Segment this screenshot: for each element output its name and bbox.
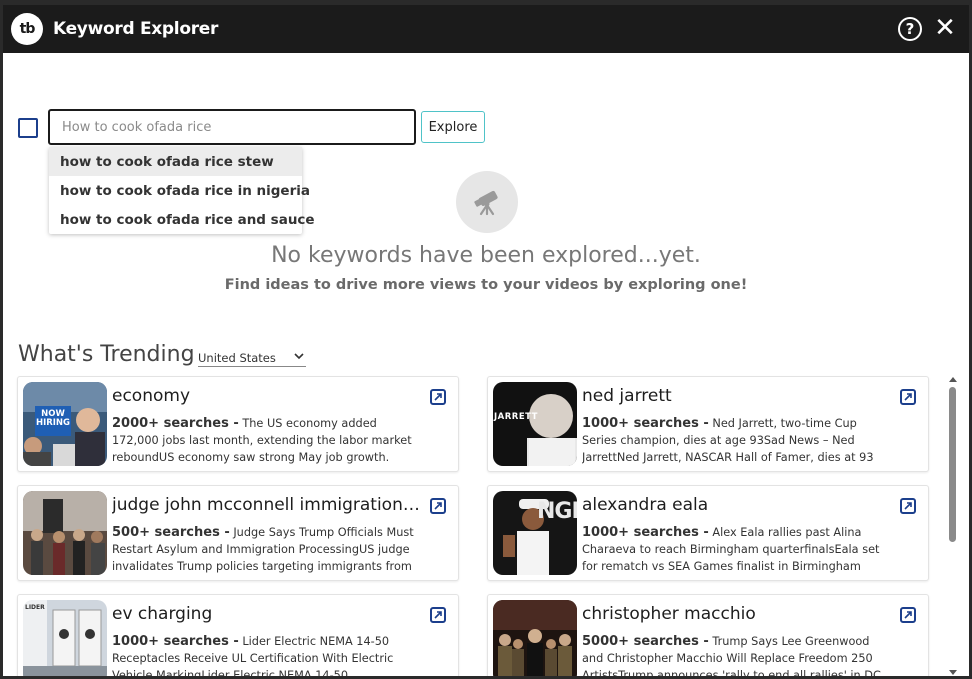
- trending-card[interactable]: LIDER ev charging 1000+ searches - Lider…: [17, 594, 459, 676]
- trending-thumbnail: [23, 491, 107, 575]
- search-count: 1000+ searches -: [582, 525, 709, 540]
- scroll-thumb[interactable]: [949, 387, 956, 542]
- keyword-search-input[interactable]: [48, 109, 416, 145]
- trending-card[interactable]: christopher macchio 5000+ searches - Tru…: [487, 594, 929, 676]
- trending-thumbnail: LIDER: [23, 600, 107, 676]
- external-link-icon[interactable]: [430, 607, 446, 623]
- thumbnail-text: NGHA: [537, 499, 577, 524]
- scroll-down-arrow-icon[interactable]: [949, 670, 957, 675]
- empty-state-subtitle: Find ideas to drive more views to your v…: [224, 277, 748, 293]
- thumbnail-text: LIDER: [25, 604, 45, 611]
- trending-thumbnail: NGHA: [493, 491, 577, 575]
- external-link-icon[interactable]: [430, 389, 446, 405]
- search-count: 1000+ searches -: [582, 416, 709, 431]
- trending-card-title: ev charging: [112, 604, 213, 624]
- trending-card-description: 1000+ searches - Ned Jarrett, two-time C…: [582, 415, 894, 466]
- telescope-icon: [456, 171, 518, 233]
- trending-card[interactable]: judge john mcconnell immigration ruling …: [17, 485, 459, 581]
- trending-scrollbar[interactable]: [947, 377, 959, 676]
- explore-button[interactable]: Explore: [421, 111, 485, 143]
- search-count: 1000+ searches -: [112, 634, 239, 649]
- trending-card-description: 5000+ searches - Trump Says Lee Greenwoo…: [582, 633, 894, 676]
- external-link-icon[interactable]: [900, 498, 916, 514]
- trending-thumbnail: [493, 600, 577, 676]
- search-count: 500+ searches -: [112, 525, 230, 540]
- trending-card-title: alexandra eala: [582, 495, 709, 515]
- trending-thumbnail: NOW HIRING: [23, 382, 107, 466]
- search-count: 5000+ searches -: [582, 634, 709, 649]
- help-icon[interactable]: ?: [898, 17, 922, 41]
- close-icon[interactable]: ✕: [933, 13, 957, 43]
- trending-card[interactable]: JARRETT ned jarrett 1000+ searches - Ned…: [487, 376, 929, 472]
- search-count: 2000+ searches -: [112, 416, 239, 431]
- trending-card-title: judge john mcconnell immigration ruling: [112, 495, 424, 515]
- trending-card-description: 2000+ searches - The US economy added 17…: [112, 415, 424, 466]
- suggestion-dropdown: how to cook ofada rice stew how to cook …: [49, 147, 315, 234]
- trending-card[interactable]: NGHA alexandra eala 1000+ searches - Ale…: [487, 485, 929, 581]
- trending-card-title: christopher macchio: [582, 604, 756, 624]
- external-link-icon[interactable]: [900, 389, 916, 405]
- trending-card-description: 1000+ searches - Lider Electric NEMA 14-…: [112, 633, 424, 676]
- trending-card[interactable]: NOW HIRING economy 2000+ searches - The …: [17, 376, 459, 472]
- country-select[interactable]: United States: [198, 349, 306, 367]
- scroll-up-arrow-icon[interactable]: [949, 377, 957, 382]
- tubebuddy-logo: tb: [11, 13, 43, 45]
- external-link-icon[interactable]: [430, 498, 446, 514]
- select-checkbox[interactable]: [18, 118, 38, 138]
- suggestion-item[interactable]: how to cook ofada rice and sauce: [49, 205, 315, 234]
- trending-card-description: 500+ searches - Judge Says Trump Officia…: [112, 524, 424, 575]
- empty-state-title: No keywords have been explored...yet.: [271, 243, 701, 268]
- chevron-down-icon: [294, 352, 304, 363]
- trending-thumbnail: JARRETT: [493, 382, 577, 466]
- title-bar: tb Keyword Explorer ? ✕: [3, 5, 969, 53]
- window-title: Keyword Explorer: [53, 19, 219, 39]
- trending-card-title: ned jarrett: [582, 386, 672, 406]
- country-select-value: United States: [198, 350, 276, 365]
- thumbnail-text: NOW HIRING: [35, 409, 71, 428]
- external-link-icon[interactable]: [900, 607, 916, 623]
- suggestion-item[interactable]: how to cook ofada rice in nigeria: [49, 176, 310, 205]
- thumbnail-text: JARRETT: [494, 412, 538, 422]
- trending-card-title: economy: [112, 386, 191, 406]
- suggestion-item[interactable]: how to cook ofada rice stew: [49, 147, 302, 176]
- trending-heading: What's Trending: [18, 342, 195, 367]
- trending-card-description: 1000+ searches - Alex Eala rallies past …: [582, 524, 894, 575]
- keyword-explorer-window: tb Keyword Explorer ? ✕ Explore how to c…: [0, 0, 972, 679]
